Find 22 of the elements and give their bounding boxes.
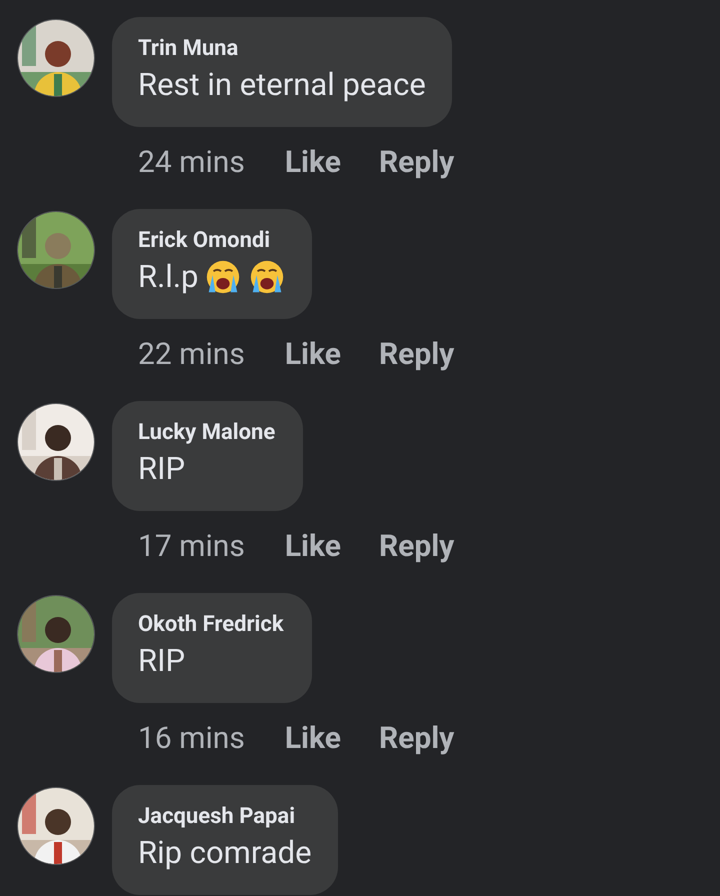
like-button[interactable]: Like	[284, 140, 341, 184]
author-name[interactable]: Erick Omondi	[138, 227, 286, 255]
comment-time: 16 mins	[138, 720, 245, 758]
comment-text: R.l.p	[138, 257, 198, 297]
comment-text: Rest in eternal peace	[138, 65, 426, 105]
reply-button[interactable]: Reply	[378, 716, 454, 760]
like-button[interactable]: Like	[284, 524, 341, 568]
like-button[interactable]: Like	[284, 332, 341, 376]
comment-time: 17 mins	[138, 528, 245, 566]
reply-button[interactable]: Reply	[378, 524, 454, 568]
author-name[interactable]: Lucky Malone	[138, 419, 278, 447]
comment-text: RIP	[138, 449, 186, 489]
author-name[interactable]: Jacquesh Papai	[138, 803, 312, 831]
author-name[interactable]: Okoth Fredrick	[138, 611, 286, 639]
reply-button[interactable]: Reply	[378, 332, 454, 376]
like-button[interactable]: Like	[284, 716, 341, 760]
comment-text: Rip comrade	[138, 833, 312, 873]
author-name[interactable]: Trin Muna	[138, 35, 426, 63]
reply-button[interactable]: Reply	[378, 140, 454, 184]
comment-text: RIP	[138, 641, 186, 681]
comment-time: 22 mins	[138, 336, 245, 374]
comment-time: 24 mins	[138, 144, 245, 182]
